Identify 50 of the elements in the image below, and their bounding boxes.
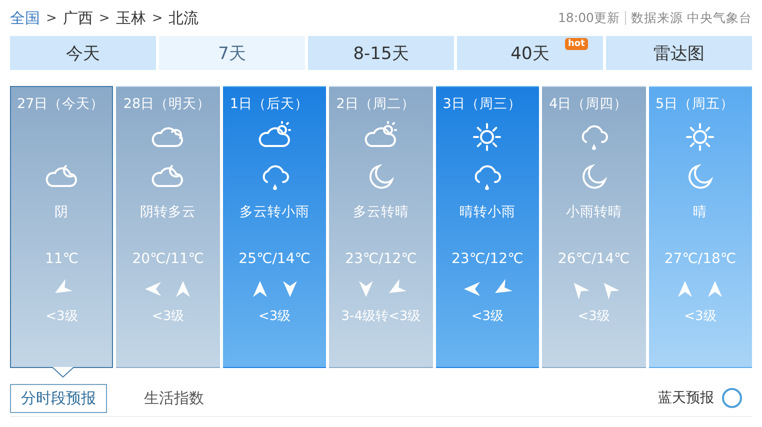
- section-tab[interactable]: 生活指数: [133, 384, 215, 412]
- temperature: 27℃/18℃: [664, 251, 736, 267]
- weather-text: 晴转小雨: [459, 203, 516, 222]
- data-source: 数据来源 中央气象台: [631, 10, 752, 26]
- day-card[interactable]: 1日（后天） 多云转小雨 25℃/14℃ <3级: [222, 86, 326, 368]
- forecast-tab[interactable]: 雷达图: [606, 36, 752, 70]
- weather-text: 阴转多云: [140, 203, 196, 222]
- wind-level: <3级: [578, 308, 610, 325]
- breadcrumb-separator: >: [152, 10, 163, 26]
- extra-link[interactable]: 蓝天预报: [658, 389, 714, 407]
- update-time: 18:00更新: [558, 10, 620, 26]
- weather-text: 阴: [54, 203, 69, 222]
- wind-level: <3级: [684, 308, 716, 325]
- day-date: 4日（周四）: [548, 95, 628, 114]
- forecast-tab[interactable]: 40天 hot: [457, 36, 603, 70]
- temperature: 20℃/11℃: [132, 251, 204, 267]
- temperature: 23℃/12℃: [345, 251, 417, 267]
- temperature: 25℃/14℃: [238, 251, 310, 267]
- forecast-tab[interactable]: 7天: [159, 36, 305, 70]
- day-date: 28日（明天）: [122, 95, 211, 114]
- day-date: 2日（周二）: [335, 95, 415, 114]
- weather-text: 小雨转晴: [566, 203, 622, 222]
- breadcrumb-separator: >: [46, 10, 57, 26]
- circle-icon: [722, 388, 742, 408]
- day-date: 3日（周三）: [442, 95, 522, 114]
- wind-level: <3级: [46, 308, 78, 325]
- breadcrumb-link[interactable]: 全国: [10, 8, 40, 28]
- breadcrumb-item: 广西: [62, 8, 93, 28]
- wind-level: <3级: [258, 308, 291, 325]
- wind-level: 3-4级转<3级: [341, 308, 421, 325]
- breadcrumb-item: 北流: [168, 8, 199, 28]
- day-date: 1日（后天）: [228, 95, 308, 114]
- day-date: 5日（周五）: [654, 95, 734, 114]
- temperature: 23℃/12℃: [452, 251, 524, 267]
- wind-level: <3级: [471, 308, 504, 325]
- section-tab[interactable]: 分时段预报: [10, 384, 107, 412]
- breadcrumb-separator: >: [98, 10, 110, 26]
- hot-badge: hot: [565, 38, 588, 50]
- temperature: 11℃: [44, 251, 78, 267]
- forecast-tab[interactable]: 今天: [10, 36, 156, 70]
- temperature: 26℃/14℃: [558, 251, 630, 267]
- day-date: 27日（今天）: [16, 95, 104, 114]
- weather-text: 多云转晴: [352, 203, 409, 222]
- weather-text: 多云转小雨: [240, 203, 310, 222]
- wind-level: <3级: [152, 308, 184, 325]
- forecast-tab[interactable]: 8-15天: [308, 36, 454, 70]
- weather-text: 晴: [693, 203, 708, 222]
- breadcrumb-item: 玉林: [116, 8, 146, 28]
- day-card[interactable]: 3日（周三） 晴转小雨 23℃/12℃ <3级: [436, 86, 540, 368]
- selection-caret-icon: [52, 367, 74, 378]
